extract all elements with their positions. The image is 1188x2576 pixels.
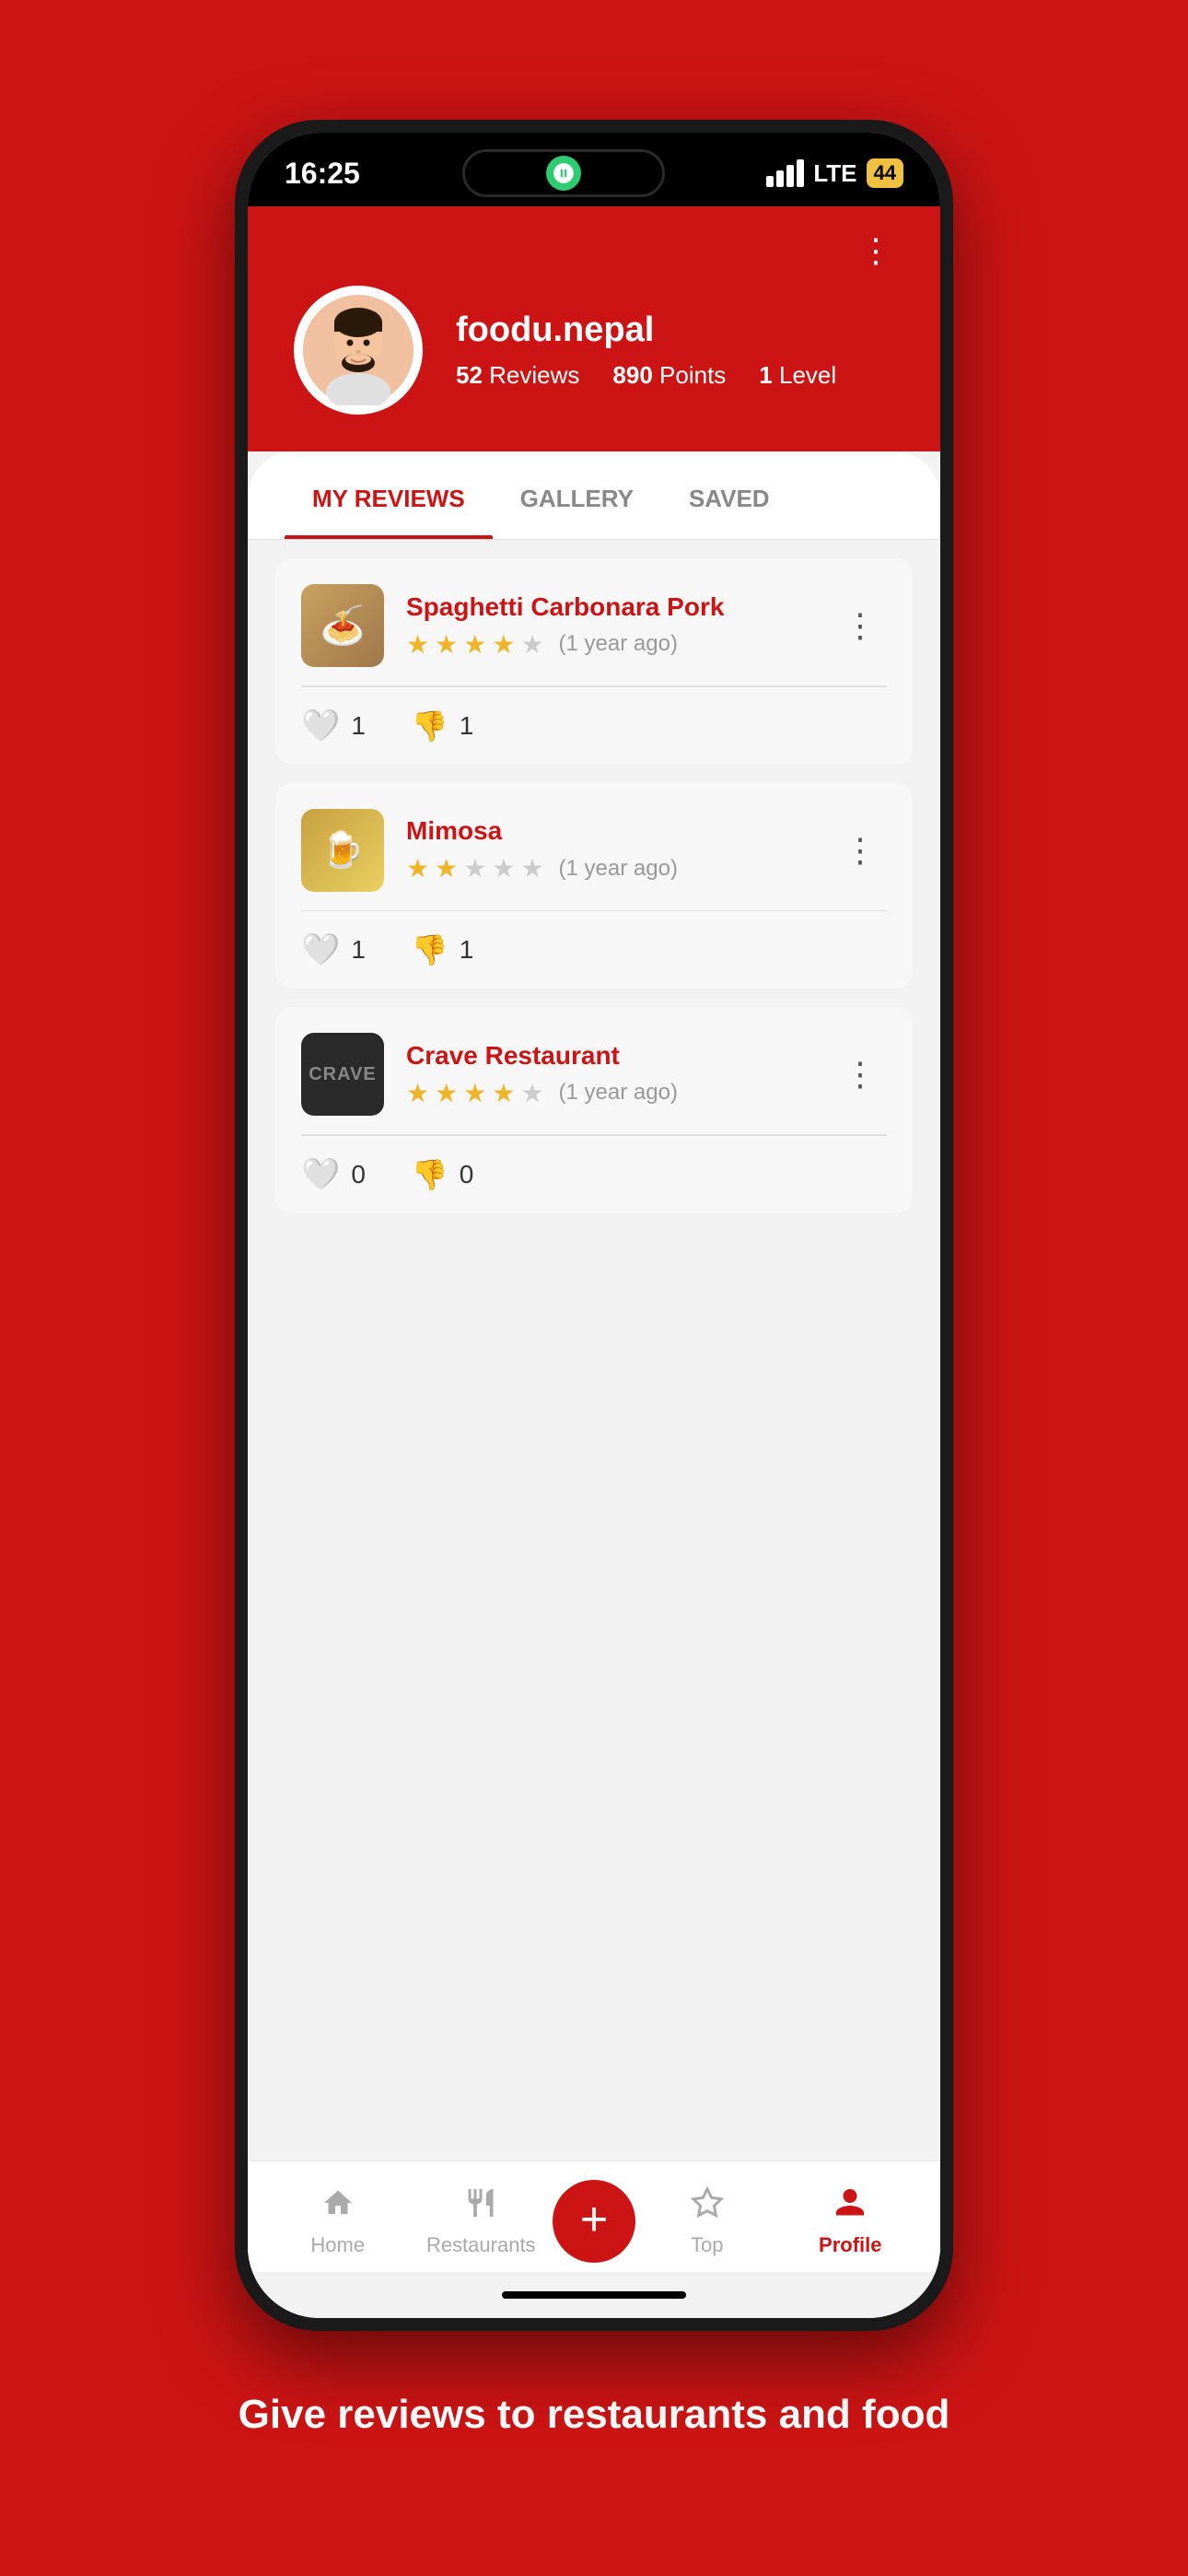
phone-inner: 16:25 LTE 44 — [248, 133, 940, 2318]
review-text-area-1: Spaghetti Carbonara Pork ★ ★ ★ ★ ★ (1 ye… — [406, 592, 812, 660]
like-count-2: 1 — [351, 935, 366, 965]
top-icon — [691, 2186, 724, 2228]
dynamic-island — [462, 149, 665, 197]
review-menu-icon-3[interactable]: ⋮ — [834, 1055, 887, 1094]
review-text-area-3: Crave Restaurant ★ ★ ★ ★ ★ (1 year ago) — [406, 1041, 812, 1108]
status-right: LTE 44 — [766, 158, 903, 188]
tab-my-reviews[interactable]: MY REVIEWS — [285, 451, 493, 539]
home-indicator — [248, 2272, 940, 2318]
like-count-3: 0 — [351, 1160, 366, 1189]
level-stat: 1 Level — [759, 361, 836, 390]
profile-username: foodu.nepal — [456, 310, 894, 350]
like-button-3[interactable]: 🤍 0 — [301, 1156, 366, 1193]
restaurants-label: Restaurants — [426, 2233, 536, 2257]
time-ago-2: (1 year ago) — [559, 856, 678, 882]
signal-bars — [766, 159, 804, 187]
review-menu-icon-1[interactable]: ⋮ — [834, 606, 887, 645]
review-card-3: CRAVE Crave Restaurant ★ ★ ★ ★ ★ (1 year… — [275, 1007, 913, 1213]
lte-label: LTE — [813, 159, 856, 188]
time-ago-1: (1 year ago) — [559, 631, 678, 657]
like-count-1: 1 — [351, 711, 366, 741]
reviews-list: 🍝 Spaghetti Carbonara Pork ★ ★ ★ ★ ★ (1 … — [248, 540, 940, 2160]
thumbsdown-icon-2: 👎 — [412, 932, 448, 967]
review-title-2[interactable]: Mimosa — [406, 816, 812, 846]
stars-row-2: ★ ★ ★ ★ ★ (1 year ago) — [406, 853, 812, 884]
review-top-1: 🍝 Spaghetti Carbonara Pork ★ ★ ★ ★ ★ (1 … — [275, 558, 913, 667]
avatar — [294, 286, 423, 415]
review-image-2: 🍺 — [301, 809, 384, 892]
nav-profile[interactable]: Profile — [779, 2186, 923, 2257]
add-review-button[interactable]: + — [553, 2180, 635, 2263]
review-reactions-1: 🤍 1 👎 1 — [275, 687, 913, 765]
review-image-1: 🍝 — [301, 584, 384, 667]
dislike-count-1: 1 — [460, 711, 474, 741]
home-bar — [502, 2291, 686, 2299]
review-reactions-3: 🤍 0 👎 0 — [275, 1136, 913, 1213]
nav-restaurants[interactable]: Restaurants — [410, 2186, 553, 2257]
review-top-2: 🍺 Mimosa ★ ★ ★ ★ ★ (1 year ago) — [275, 783, 913, 892]
profile-header: ⋮ — [248, 206, 940, 451]
top-label: Top — [691, 2233, 723, 2257]
profile-stats: 52 Reviews 890 Points 1 Level — [456, 361, 894, 390]
stars-row-3: ★ ★ ★ ★ ★ (1 year ago) — [406, 1078, 812, 1108]
more-options-icon[interactable]: ⋮ — [859, 234, 894, 267]
dislike-button-2[interactable]: 👎 1 — [412, 932, 473, 967]
phone-shell: 16:25 LTE 44 — [235, 120, 953, 2331]
profile-label: Profile — [819, 2233, 881, 2257]
review-text-area-2: Mimosa ★ ★ ★ ★ ★ (1 year ago) — [406, 816, 812, 884]
review-top-3: CRAVE Crave Restaurant ★ ★ ★ ★ ★ (1 year… — [275, 1007, 913, 1116]
review-title-1[interactable]: Spaghetti Carbonara Pork — [406, 592, 812, 622]
bottom-nav: Home Restaurants + Top — [248, 2160, 940, 2272]
points-stat: 890 Points — [612, 361, 726, 390]
time-ago-3: (1 year ago) — [559, 1080, 678, 1106]
thumbsdown-icon-3: 👎 — [412, 1157, 448, 1192]
profile-info-row: foodu.nepal 52 Reviews 890 Points 1 L — [294, 286, 894, 415]
tab-gallery[interactable]: GALLERY — [493, 451, 661, 539]
review-menu-icon-2[interactable]: ⋮ — [834, 831, 887, 870]
dislike-button-1[interactable]: 👎 1 — [412, 708, 473, 744]
plus-icon: + — [580, 2195, 608, 2243]
heart-icon-2: 🤍 — [301, 931, 340, 968]
like-button-2[interactable]: 🤍 1 — [301, 931, 366, 968]
home-label: Home — [310, 2233, 365, 2257]
content-area: MY REVIEWS GALLERY SAVED 🍝 — [248, 451, 940, 2318]
bottom-caption: Give reviews to restaurants and food — [146, 2386, 1042, 2443]
dynamic-island-icon — [546, 156, 581, 191]
header-top-row: ⋮ — [294, 234, 894, 267]
home-icon — [321, 2186, 355, 2228]
tab-saved[interactable]: SAVED — [661, 451, 798, 539]
dislike-count-2: 1 — [460, 935, 474, 965]
status-time: 16:25 — [285, 157, 360, 191]
nav-top[interactable]: Top — [635, 2186, 779, 2257]
review-title-3[interactable]: Crave Restaurant — [406, 1041, 812, 1071]
restaurants-icon — [464, 2186, 497, 2228]
reviews-stat: 52 Reviews — [456, 361, 579, 390]
review-card-2: 🍺 Mimosa ★ ★ ★ ★ ★ (1 year ago) — [275, 783, 913, 989]
profile-icon — [833, 2186, 867, 2228]
battery-badge: 44 — [867, 158, 903, 188]
tabs-row: MY REVIEWS GALLERY SAVED — [248, 451, 940, 540]
profile-details: foodu.nepal 52 Reviews 890 Points 1 L — [456, 310, 894, 390]
review-reactions-2: 🤍 1 👎 1 — [275, 911, 913, 989]
stars-row-1: ★ ★ ★ ★ ★ (1 year ago) — [406, 629, 812, 660]
dislike-button-3[interactable]: 👎 0 — [412, 1157, 473, 1192]
status-bar: 16:25 LTE 44 — [248, 133, 940, 206]
review-image-3: CRAVE — [301, 1033, 384, 1116]
dislike-count-3: 0 — [460, 1160, 474, 1189]
heart-icon-1: 🤍 — [301, 708, 340, 744]
like-button-1[interactable]: 🤍 1 — [301, 708, 366, 744]
nav-home[interactable]: Home — [266, 2186, 410, 2257]
review-card: 🍝 Spaghetti Carbonara Pork ★ ★ ★ ★ ★ (1 … — [275, 558, 913, 765]
thumbsdown-icon-1: 👎 — [412, 708, 448, 744]
heart-icon-3: 🤍 — [301, 1156, 340, 1193]
